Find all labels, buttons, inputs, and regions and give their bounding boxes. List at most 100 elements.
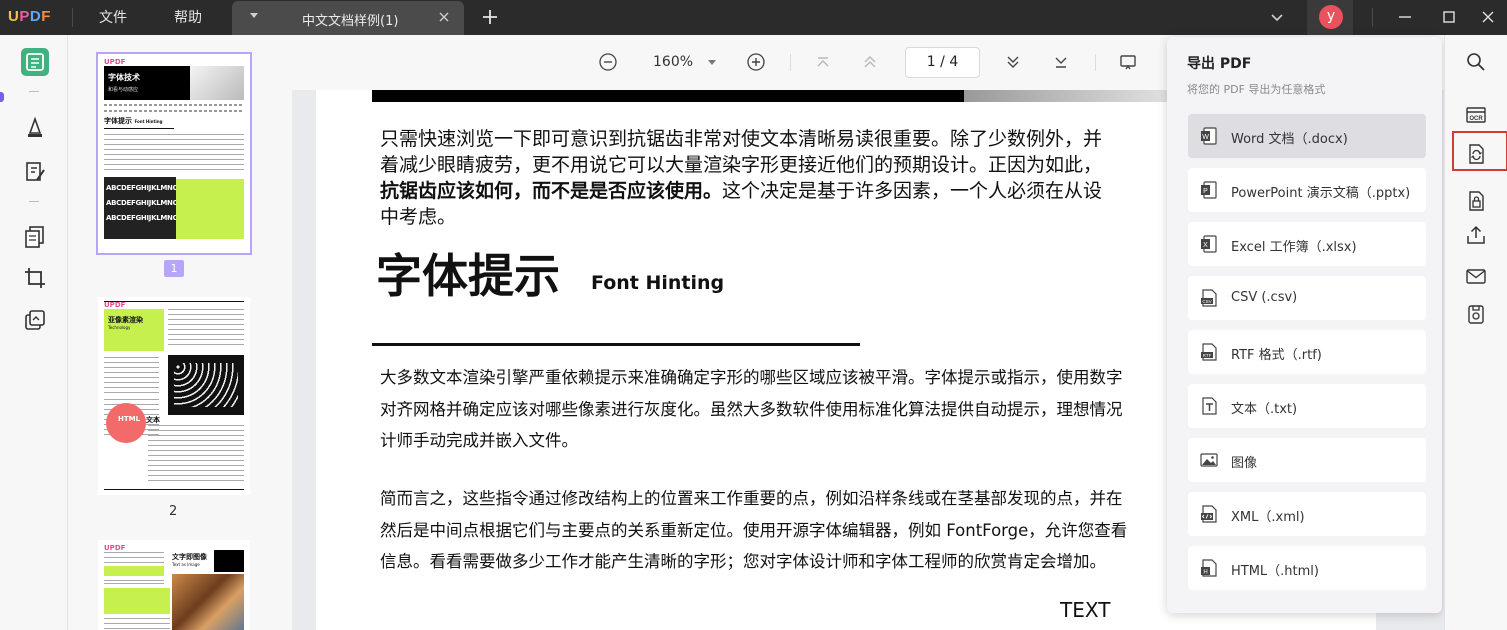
convert-icon[interactable] — [1465, 143, 1487, 165]
thumb-green-box — [104, 588, 170, 614]
section-heading: 字体提示 — [376, 249, 560, 303]
export-xml-button[interactable]: XML（.xml) — [1188, 492, 1426, 536]
export-html-button[interactable]: H HTML（.html) — [1188, 546, 1426, 590]
word-icon: W — [1201, 127, 1217, 145]
section-rule — [372, 343, 860, 346]
avatar[interactable]: y — [1319, 5, 1343, 29]
previous-page-icon[interactable] — [860, 52, 880, 72]
first-page-icon[interactable] — [813, 52, 833, 72]
title-divider — [72, 8, 73, 27]
export-format-label: 文本（.txt) — [1231, 402, 1298, 417]
export-word-button[interactable]: W Word 文档（.docx) — [1188, 114, 1426, 158]
rail-divider — [29, 91, 39, 92]
svg-text:X: X — [1203, 242, 1208, 249]
page-number-2: 2 — [169, 504, 178, 519]
export-format-label: RTF 格式（.rtf) — [1231, 348, 1322, 363]
excel-icon: X — [1201, 235, 1217, 253]
paragraph-antialiasing: 只需快速浏览一下即可意识到抗锯齿非常对使文本清晰易读很重要。除了少数例外，并 着… — [380, 128, 1103, 228]
next-page-icon[interactable] — [1003, 52, 1023, 72]
export-format-label: Excel 工作簿（.xlsx) — [1231, 240, 1357, 255]
maximize-icon[interactable] — [1438, 6, 1460, 28]
zoom-level[interactable]: 160% — [653, 54, 693, 70]
close-window-icon[interactable] — [1477, 6, 1499, 28]
page-tools-button[interactable] — [21, 306, 49, 334]
page-badge-1: 1 — [164, 260, 184, 277]
reader-mode-button[interactable] — [21, 48, 49, 76]
rtf-icon: RTF — [1201, 343, 1217, 361]
thumb-subtitle: Text as Image — [172, 562, 200, 567]
svg-text:CSV: CSV — [1202, 299, 1211, 304]
chevron-down-icon[interactable] — [1268, 8, 1286, 26]
user-avatar-area[interactable]: y — [1307, 0, 1353, 35]
export-rtf-button[interactable]: RTF RTF 格式（.rtf) — [1188, 330, 1426, 374]
app-logo[interactable]: UPDF — [8, 8, 51, 25]
right-tool-rail: OCR — [1444, 35, 1507, 630]
thumb-title: 字体技术 — [108, 73, 140, 82]
export-image-button[interactable]: 图像 — [1188, 438, 1426, 482]
thumb-html-label: HTML — [118, 415, 141, 423]
toolbar-divider — [790, 54, 791, 71]
toolbar-divider — [1095, 54, 1096, 71]
page-number-input[interactable]: 1 / 4 — [905, 47, 980, 78]
thumb-green-box — [176, 179, 244, 239]
crop-tool-button[interactable] — [21, 264, 49, 292]
paragraph-instructions: 简而言之，这些指令通过修改结构上的位置来工作重要的点，例如沿样条线或在茎基部发现… — [380, 489, 1128, 571]
html-icon: H — [1201, 559, 1217, 577]
last-page-icon[interactable] — [1051, 52, 1071, 72]
organize-pages-button[interactable] — [21, 222, 49, 250]
thumb-rule — [104, 301, 244, 302]
thumbnail-panel: UPDF 字体技术 和看与动感应 字体提示 Font Hinting ABCDE… — [68, 35, 292, 630]
pages-icon — [25, 226, 44, 248]
thumb-paragraph — [148, 425, 244, 485]
thumb-rule — [104, 128, 174, 129]
minimize-icon[interactable] — [1394, 6, 1416, 28]
image-icon — [1200, 453, 1218, 467]
thumb-subtitle: Technology — [108, 325, 131, 330]
tab-title: 中文文档样例(1) — [302, 14, 399, 29]
ocr-icon[interactable]: OCR — [1465, 104, 1487, 126]
thumb-rule — [104, 489, 244, 490]
thumb-paragraph — [104, 580, 164, 586]
protect-icon[interactable] — [1465, 190, 1487, 212]
menu-help[interactable]: 帮助 — [174, 7, 202, 27]
export-pdf-panel: 导出 PDF 将您的 PDF 导出为任意格式 W Word 文档（.docx) … — [1167, 37, 1442, 613]
search-icon[interactable] — [1465, 51, 1487, 73]
thumb-logo: UPDF — [104, 544, 126, 552]
page-thumbnail-2[interactable]: UPDF 亚像素渲染 Technology HTML 文本 — [98, 297, 250, 495]
email-icon[interactable] — [1465, 265, 1487, 287]
menu-file[interactable]: 文件 — [99, 7, 127, 27]
thumb-black-block — [214, 550, 244, 572]
page-thumbnail-3[interactable]: UPDF 文字即图像 Text as Image — [98, 540, 250, 630]
tab-dropdown-icon[interactable] — [250, 13, 258, 18]
export-format-label: XML（.xml) — [1231, 510, 1305, 525]
page-thumbnail-1[interactable]: UPDF 字体技术 和看与动感应 字体提示 Font Hinting ABCDE… — [96, 52, 252, 255]
close-icon[interactable] — [437, 10, 451, 24]
presentation-icon[interactable] — [1118, 52, 1138, 72]
svg-text:RTF: RTF — [1203, 353, 1212, 358]
svg-text:OCR: OCR — [1469, 116, 1483, 122]
thumb-paragraph — [104, 134, 244, 170]
plus-icon[interactable] — [480, 7, 500, 27]
document-tab[interactable]: 中文文档样例(1) — [232, 1, 464, 35]
export-excel-button[interactable]: X Excel 工作簿（.xlsx) — [1188, 222, 1426, 266]
comment-tool-button[interactable] — [21, 113, 49, 141]
save-icon[interactable] — [1465, 303, 1487, 325]
rail-indicator — [0, 92, 4, 102]
export-format-label: CSV (.csv) — [1231, 290, 1298, 305]
thumb-text-lines — [104, 110, 244, 112]
export-powerpoint-button[interactable]: P PowerPoint 演示文稿（.pptx) — [1188, 168, 1426, 212]
book-icon — [26, 53, 44, 71]
zoom-out-icon[interactable] — [598, 52, 618, 72]
export-format-label: HTML（.html) — [1231, 564, 1319, 579]
zoom-in-icon[interactable] — [746, 52, 766, 72]
rail-divider — [29, 201, 39, 202]
section-heading-en: Font Hinting — [591, 272, 725, 294]
edit-tool-button[interactable] — [21, 158, 49, 186]
export-csv-button[interactable]: CSV CSV (.csv) — [1188, 276, 1426, 320]
export-text-button[interactable]: 文本（.txt) — [1188, 384, 1426, 428]
thumb-green-box — [104, 566, 164, 576]
share-icon[interactable] — [1465, 224, 1487, 246]
svg-text:H: H — [1203, 570, 1207, 576]
zoom-dropdown-icon[interactable] — [708, 60, 716, 65]
thumb-image — [168, 355, 244, 415]
